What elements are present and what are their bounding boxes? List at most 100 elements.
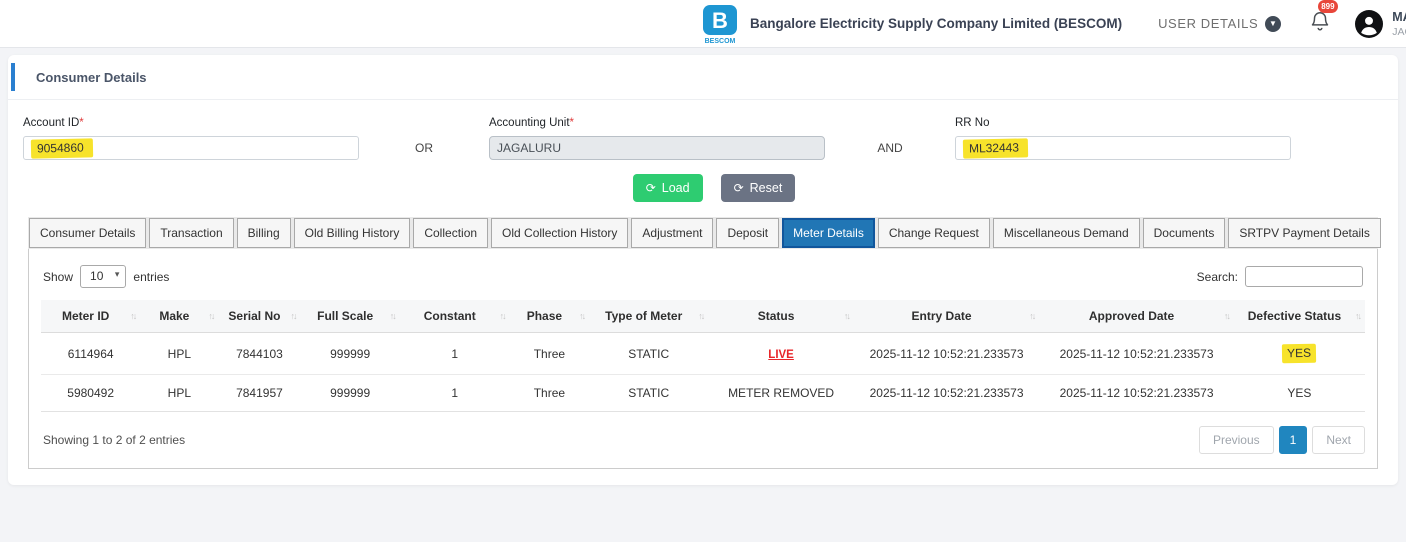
cell-meter-id: 6114964 (41, 333, 140, 375)
col-header-constant[interactable]: Constant↑↓ (400, 300, 510, 333)
sort-icon: ↑↓ (130, 311, 135, 321)
user-name: MADHU YADAV M (1392, 10, 1406, 24)
col-header-defective-status[interactable]: Defective Status↑↓ (1234, 300, 1365, 333)
page-size-select[interactable]: 10▾ (80, 265, 126, 288)
account-id-input[interactable]: 9054860 (23, 136, 359, 160)
tab-old-collection-history[interactable]: Old Collection History (491, 218, 628, 248)
table-row: 6114964 HPL 7844103 999999 1 Three STATI… (41, 333, 1365, 375)
cell-type-of-meter: STATIC (589, 333, 708, 375)
tab-old-billing-history[interactable]: Old Billing History (294, 218, 411, 248)
lookup-form: Account ID* 9054860 OR Accounting Unit* … (8, 100, 1398, 160)
col-header-full-scale[interactable]: Full Scale↑↓ (300, 300, 399, 333)
sort-icon: ↑↓ (698, 311, 703, 321)
defective-status-highlight: YES (1282, 344, 1316, 364)
tab-billing[interactable]: Billing (237, 218, 291, 248)
sort-icon: ↑↓ (208, 311, 213, 321)
sort-icon: ↑↓ (500, 311, 505, 321)
pagination: Previous 1 Next (1199, 426, 1365, 454)
accounting-unit-field-group: Accounting Unit* JAGALURU (489, 117, 825, 160)
tab-adjustment[interactable]: Adjustment (631, 218, 713, 248)
cell-make: HPL (140, 333, 218, 375)
col-header-phase[interactable]: Phase↑↓ (510, 300, 589, 333)
cell-serial-no: 7841957 (218, 375, 300, 412)
brand: B BESCOM Bangalore Electricity Supply Co… (700, 3, 1122, 45)
sort-icon: ↑↓ (390, 311, 395, 321)
tab-consumer-details[interactable]: Consumer Details (29, 218, 146, 248)
rr-no-field-group: RR No ML32443 (955, 117, 1291, 160)
tab-collection[interactable]: Collection (413, 218, 488, 248)
live-status-link[interactable]: LIVE (768, 349, 794, 361)
cell-serial-no: 7844103 (218, 333, 300, 375)
entries-label: entries (133, 270, 169, 284)
cell-defective-status: YES (1234, 333, 1365, 375)
next-page-button[interactable]: Next (1312, 426, 1365, 454)
col-header-meter-id[interactable]: Meter ID↑↓ (41, 300, 140, 333)
tab-srtpv-payment-details[interactable]: SRTPV Payment Details (1228, 218, 1381, 248)
meter-details-table: Meter ID↑↓ Make↑↓ Serial No↑↓ Full Scale… (41, 300, 1365, 412)
notification-count-badge: 899 (1318, 0, 1337, 13)
sort-icon: ↑↓ (844, 311, 849, 321)
accounting-unit-input: JAGALURU (489, 136, 825, 160)
or-separator: OR (359, 136, 489, 160)
col-header-entry-date[interactable]: Entry Date↑↓ (854, 300, 1039, 333)
profile-menu[interactable]: MADHU YADAV M JAGALURU (1355, 10, 1406, 38)
page-title: Consumer Details (36, 70, 147, 85)
table-search: Search: (1197, 266, 1363, 287)
account-id-label: Account ID* (23, 117, 359, 129)
cell-defective-status: YES (1234, 375, 1365, 412)
cell-status: METER REMOVED (708, 375, 854, 412)
tab-miscellaneous-demand[interactable]: Miscellaneous Demand (993, 218, 1140, 248)
reset-button[interactable]: ⟳Reset (721, 174, 796, 202)
user-details-menu[interactable]: USER DETAILS ▼ (1158, 16, 1281, 32)
cell-full-scale: 999999 (300, 333, 399, 375)
tab-documents[interactable]: Documents (1143, 218, 1226, 248)
col-header-status[interactable]: Status↑↓ (708, 300, 854, 333)
required-asterisk: * (570, 117, 574, 129)
consumer-details-card: Consumer Details Account ID* 9054860 OR … (8, 55, 1398, 485)
load-button[interactable]: ⟳Load (633, 174, 703, 202)
showing-entries-text: Showing 1 to 2 of 2 entries (41, 433, 185, 447)
col-header-type-of-meter[interactable]: Type of Meter↑↓ (589, 300, 708, 333)
meter-details-panel: Show 10▾ entries Search: Meter ID↑↓ Make… (28, 249, 1378, 469)
page-1-button[interactable]: 1 (1279, 426, 1308, 454)
chevron-down-icon: ▼ (1265, 16, 1281, 32)
search-input[interactable] (1245, 266, 1363, 287)
cell-entry-date: 2025-11-12 10:52:21.233573 (854, 375, 1039, 412)
reset-icon: ⟳ (734, 181, 744, 195)
table-footer: Showing 1 to 2 of 2 entries Previous 1 N… (41, 426, 1365, 454)
required-asterisk: * (79, 117, 83, 129)
cell-full-scale: 999999 (300, 375, 399, 412)
previous-page-button[interactable]: Previous (1199, 426, 1274, 454)
table-header-row: Meter ID↑↓ Make↑↓ Serial No↑↓ Full Scale… (41, 300, 1365, 333)
cell-constant: 1 (400, 333, 510, 375)
cell-make: HPL (140, 375, 218, 412)
notifications-button[interactable]: 899 (1309, 9, 1331, 38)
refresh-icon: ⟳ (646, 181, 656, 195)
cell-phase: Three (510, 333, 589, 375)
col-header-serial-no[interactable]: Serial No↑↓ (218, 300, 300, 333)
cell-approved-date: 2025-11-12 10:52:21.233573 (1039, 375, 1234, 412)
cell-status: LIVE (708, 333, 854, 375)
rr-no-input[interactable]: ML32443 (955, 136, 1291, 160)
col-header-approved-date[interactable]: Approved Date↑↓ (1039, 300, 1234, 333)
form-actions: ⟳Load ⟳Reset (8, 174, 1398, 202)
page-size-control: Show 10▾ entries (43, 265, 169, 288)
tab-transaction[interactable]: Transaction (149, 218, 233, 248)
brand-title: Bangalore Electricity Supply Company Lim… (750, 16, 1122, 31)
bescom-logo-icon: B BESCOM (700, 3, 740, 45)
tab-meter-details[interactable]: Meter Details (782, 218, 875, 248)
cell-constant: 1 (400, 375, 510, 412)
cell-phase: Three (510, 375, 589, 412)
profile-text: MADHU YADAV M JAGALURU (1392, 10, 1406, 38)
show-label: Show (43, 270, 73, 284)
tab-bar: Consumer Details Transaction Billing Old… (28, 217, 1378, 249)
sort-icon: ↑↓ (1029, 311, 1034, 321)
accounting-unit-label: Accounting Unit* (489, 117, 825, 129)
tab-change-request[interactable]: Change Request (878, 218, 990, 248)
account-id-field-group: Account ID* 9054860 (23, 117, 359, 160)
user-location: JAGALURU (1392, 26, 1406, 38)
col-header-make[interactable]: Make↑↓ (140, 300, 218, 333)
select-caret-icon: ▾ (115, 269, 120, 280)
svg-text:B: B (712, 8, 728, 33)
tab-deposit[interactable]: Deposit (716, 218, 779, 248)
